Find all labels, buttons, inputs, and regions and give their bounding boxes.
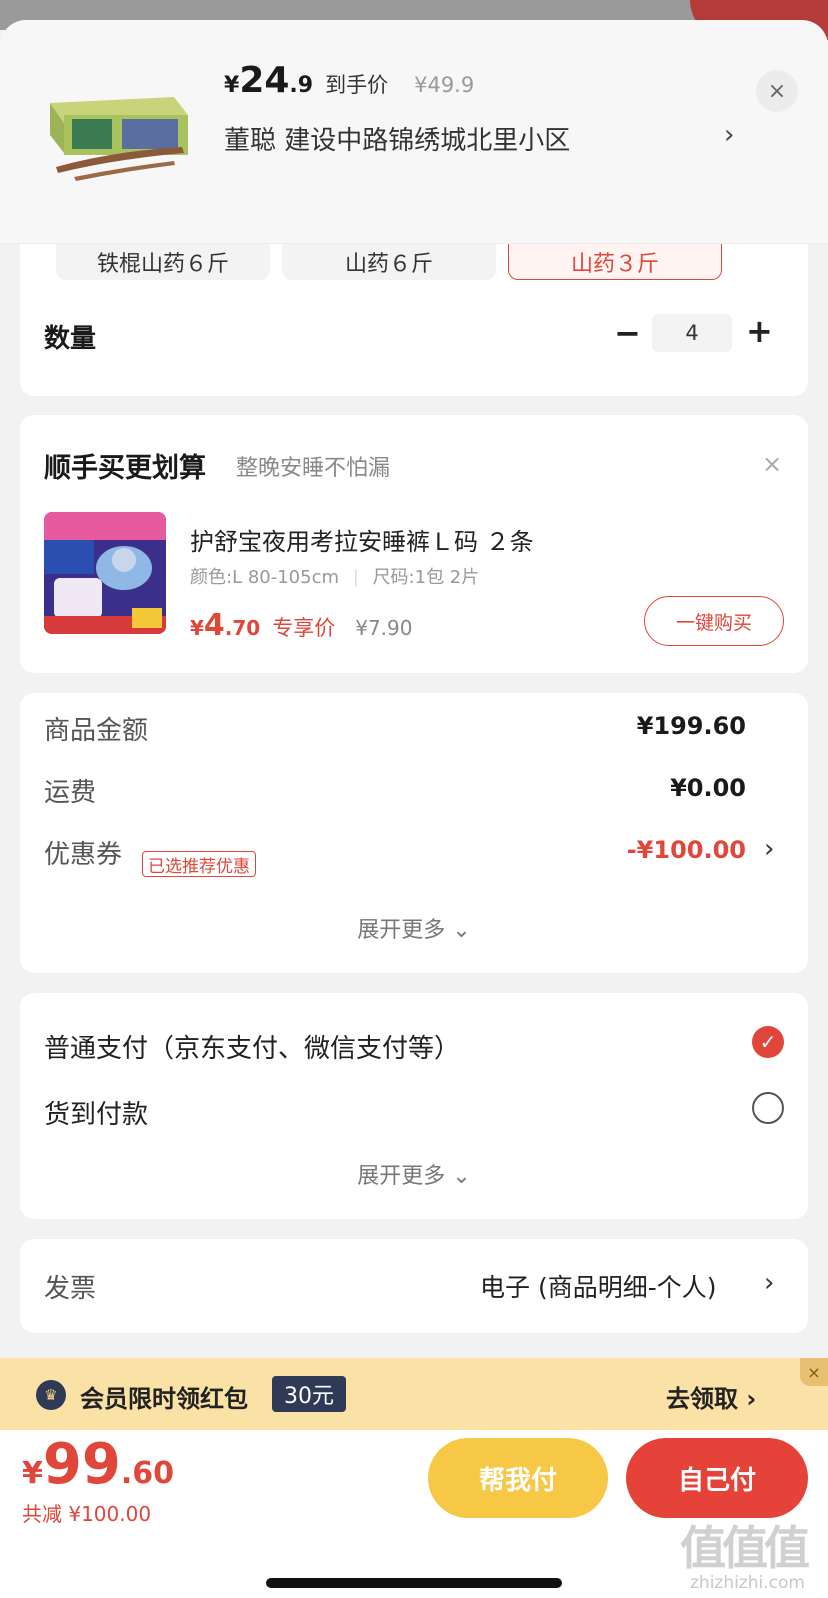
claim-link[interactable]: 去领取 ›: [666, 1379, 756, 1414]
spec-option-selected[interactable]: 山药３斤: [508, 244, 722, 280]
expand-more-button[interactable]: 展开更多 ⌄: [0, 1158, 828, 1190]
price-integer: 4: [203, 608, 225, 643]
crown-icon: ♛: [36, 1380, 66, 1410]
watermark-url: zhizhizhi.com: [690, 1573, 805, 1593]
addon-color-spec: 颜色:L 80-105cm: [190, 567, 340, 588]
chevron-right-icon[interactable]: ›: [764, 834, 774, 864]
addon-size-spec: 尺码:1包 2片: [372, 567, 480, 588]
payment-option-normal[interactable]: 普通支付（京东支付、微信支付等）: [44, 1028, 460, 1065]
divider: |: [352, 567, 359, 588]
quantity-input[interactable]: 4: [652, 314, 732, 352]
goods-amount-value: ¥199.60: [636, 712, 746, 740]
price-decimal: .70: [224, 616, 261, 640]
total-integer: 99: [42, 1432, 121, 1497]
shipping-value: ¥0.00: [670, 774, 746, 802]
chevron-right-icon[interactable]: ›: [764, 1268, 774, 1298]
coupon-value[interactable]: -¥100.00: [627, 836, 746, 864]
addon-product-spec: 颜色:L 80-105cm | 尺码:1包 2片: [190, 563, 479, 589]
addon-subtitle: 整晚安睡不怕漏: [236, 456, 391, 481]
exclusive-price-label: 专享价: [272, 616, 336, 640]
one-click-buy-button[interactable]: 一键购买: [644, 596, 784, 646]
pay-myself-button[interactable]: 自己付: [626, 1438, 808, 1518]
goods-amount-label: 商品金额: [44, 716, 149, 746]
close-button[interactable]: ×: [756, 70, 798, 112]
original-price: ¥49.9: [414, 73, 475, 97]
check-selected-icon[interactable]: ✓: [752, 1026, 784, 1058]
promo-amount-badge: 30元: [272, 1376, 346, 1412]
addon-title: 顺手买更划算: [44, 453, 206, 484]
addon-product-image[interactable]: [44, 512, 166, 634]
expand-more-button[interactable]: 展开更多 ⌄: [0, 912, 828, 944]
help-me-pay-button[interactable]: 帮我付: [428, 1438, 608, 1518]
delivery-address[interactable]: 董聪 建设中路锦绣城北里小区: [224, 120, 570, 157]
chevron-right-icon[interactable]: ›: [724, 120, 734, 150]
addon-price: ¥ 4 .70 专享价 ¥7.90: [190, 608, 413, 643]
price-decimal: .9: [289, 73, 314, 98]
product-thumbnail: [44, 75, 194, 185]
total-discount: 共减 ¥100.00: [22, 1502, 152, 1526]
home-indicator[interactable]: [266, 1578, 562, 1588]
coupon-label[interactable]: 优惠券: [44, 834, 122, 871]
invoice-value[interactable]: 电子 (商品明细-个人): [480, 1268, 716, 1304]
total-decimal: .60: [120, 1456, 174, 1491]
quantity-plus-button[interactable]: +: [746, 312, 773, 350]
quantity-label: 数量: [44, 324, 97, 354]
spec-option[interactable]: 山药６斤: [282, 244, 496, 280]
radio-unselected-icon[interactable]: [752, 1092, 784, 1124]
header-price: ¥ 24 .9 到手价 ¥49.9: [224, 60, 475, 101]
promo-close-icon[interactable]: ×: [800, 1358, 828, 1386]
currency-symbol: ¥: [224, 73, 240, 98]
original-price: ¥7.90: [355, 616, 413, 640]
final-price-label: 到手价: [325, 73, 389, 97]
price-integer: 24: [239, 60, 290, 101]
shipping-label: 运费: [44, 778, 97, 808]
currency-symbol: ¥: [22, 1456, 43, 1491]
addon-close-icon[interactable]: ×: [762, 450, 782, 478]
spec-option[interactable]: 铁棍山药６斤: [56, 244, 270, 280]
currency-symbol: ¥: [190, 616, 204, 640]
invoice-label: 发票: [44, 1274, 97, 1304]
quantity-minus-button[interactable]: −: [614, 314, 641, 352]
promo-text: 会员限时领红包: [80, 1385, 248, 1413]
watermark-logo: 值值值: [680, 1521, 810, 1575]
payment-option-cod[interactable]: 货到付款: [44, 1094, 148, 1131]
addon-product-name[interactable]: 护舒宝夜用考拉安睡裤Ｌ码 ２条: [190, 522, 534, 557]
total-price: ¥ 99 .60: [22, 1432, 174, 1497]
coupon-badge: 已选推荐优惠: [142, 851, 256, 877]
